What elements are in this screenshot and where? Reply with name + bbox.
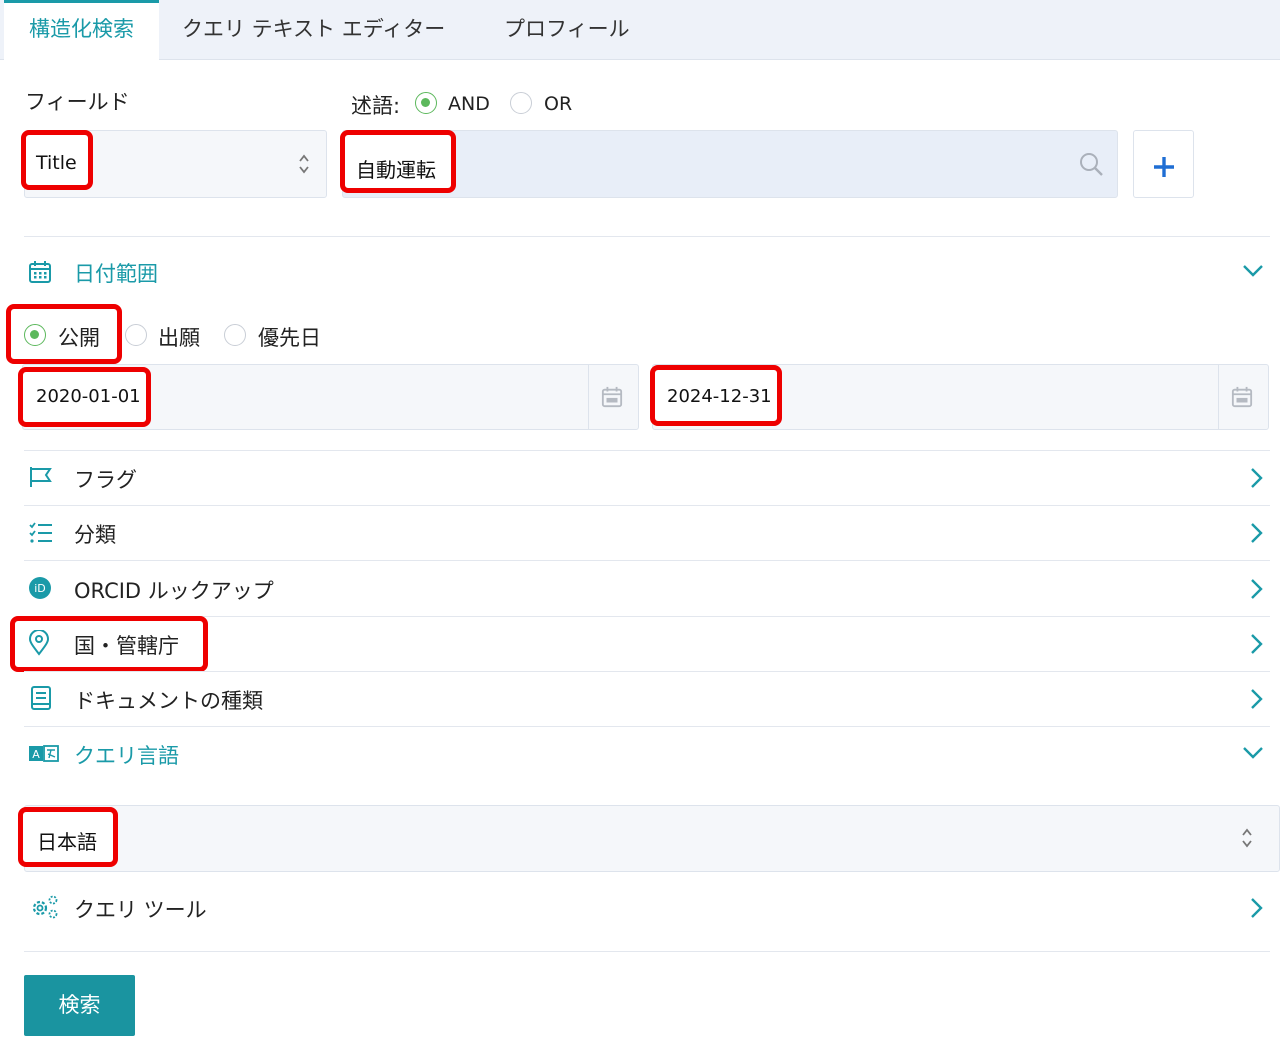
language-select-value: 日本語 [37, 826, 97, 855]
chevron-right-icon[interactable] [1246, 897, 1266, 923]
search-button[interactable]: 検索 [24, 975, 135, 1036]
section-document-type-title[interactable]: ドキュメントの種類 [74, 685, 263, 715]
chevron-down-icon[interactable] [1242, 260, 1264, 284]
sort-arrows-icon [1240, 826, 1254, 854]
flag-icon [28, 465, 54, 493]
plus-icon [1134, 131, 1195, 199]
query-input-value: 自動運転 [356, 154, 436, 183]
date-to-value: 2024-12-31 [667, 386, 772, 407]
svg-text:iD: iD [34, 582, 46, 595]
date-type-publish-radio[interactable] [24, 324, 46, 346]
chevron-right-icon[interactable] [1246, 578, 1266, 604]
sort-arrows-icon [297, 152, 311, 180]
section-orcid-title[interactable]: ORCID ルックアップ [74, 575, 274, 605]
chevron-right-icon[interactable] [1246, 633, 1266, 659]
date-type-priority-label[interactable]: 優先日 [258, 322, 321, 352]
gears-icon [28, 894, 60, 924]
tab-structured-search[interactable]: 構造化検索 [4, 0, 159, 61]
section-classification-title[interactable]: 分類 [74, 519, 116, 549]
query-tools-title[interactable]: クエリ ツール [74, 894, 207, 924]
calendar-picker-icon[interactable] [601, 386, 623, 412]
predicate-or-radio[interactable] [510, 92, 532, 114]
predicate-label: 述語: [351, 90, 400, 120]
orcid-icon: iD [28, 576, 52, 604]
chevron-right-icon[interactable] [1246, 522, 1266, 548]
predicate-and-label[interactable]: AND [448, 93, 490, 115]
field-label: フィールド [25, 86, 130, 116]
query-language-title[interactable]: クエリ言語 [74, 740, 179, 770]
chevron-right-icon[interactable] [1246, 688, 1266, 714]
section-flag-title[interactable]: フラグ [74, 464, 137, 494]
list-check-icon [28, 521, 54, 549]
tab-profile[interactable]: プロフィール [504, 0, 630, 60]
date-from-value: 2020-01-01 [36, 386, 141, 407]
date-type-filing-radio[interactable] [125, 324, 147, 346]
calendar-icon [28, 260, 52, 288]
language-select[interactable] [24, 805, 1280, 872]
tab-query-text-editor[interactable]: クエリ テキスト エディター [182, 0, 445, 60]
date-type-filing-label[interactable]: 出願 [158, 322, 200, 352]
map-pin-icon [28, 630, 50, 660]
chevron-down-icon[interactable] [1242, 742, 1264, 766]
divider [24, 236, 1270, 237]
translate-icon: A [28, 744, 60, 768]
predicate-and-radio[interactable] [415, 92, 437, 114]
predicate-or-label[interactable]: OR [544, 93, 572, 115]
query-input[interactable] [342, 130, 1118, 198]
date-type-priority-radio[interactable] [224, 324, 246, 346]
section-country-title[interactable]: 国・管轄庁 [74, 630, 179, 660]
field-select-value: Title [36, 152, 77, 174]
chevron-right-icon[interactable] [1246, 467, 1266, 493]
date-range-title[interactable]: 日付範囲 [74, 258, 158, 288]
add-field-button[interactable] [1133, 130, 1194, 198]
svg-text:A: A [32, 748, 40, 761]
document-icon [30, 686, 52, 714]
search-icon[interactable] [1078, 151, 1104, 181]
date-type-publish-label[interactable]: 公開 [58, 322, 100, 352]
calendar-picker-icon[interactable] [1231, 386, 1253, 412]
